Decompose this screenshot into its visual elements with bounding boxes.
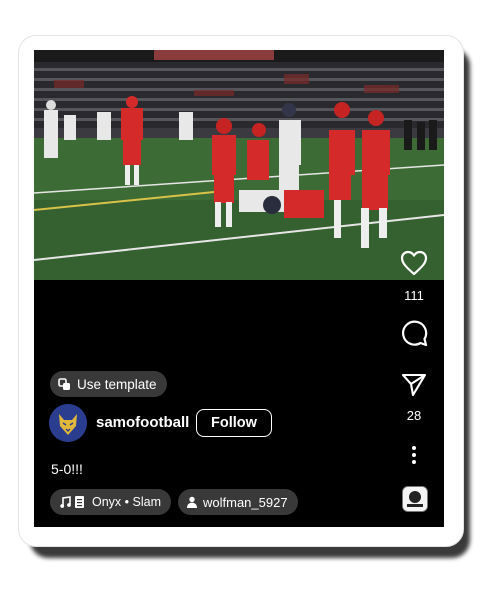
heart-icon: [400, 250, 428, 276]
comment-icon: [402, 320, 428, 347]
post-caption: 5-0!!!: [51, 461, 83, 477]
use-template-button[interactable]: Use template: [50, 371, 167, 397]
audio-thumbnail[interactable]: [402, 486, 428, 512]
audio-bars-icon: [75, 496, 84, 508]
avatar[interactable]: [49, 404, 87, 442]
follow-button[interactable]: Follow: [196, 409, 272, 437]
more-vertical-icon: [412, 446, 416, 464]
football-game-photo-icon: [34, 50, 444, 280]
more-options-button[interactable]: [411, 445, 417, 465]
like-button[interactable]: [400, 250, 428, 276]
like-count: 111: [404, 288, 424, 303]
reel-screen: 111 28 Use template samofootball Follow …: [34, 50, 444, 527]
template-icon: [58, 377, 70, 390]
tagged-user-label: wolfman_5927: [203, 494, 288, 510]
music-note-icon: [60, 496, 71, 508]
post-photo[interactable]: [34, 50, 444, 280]
action-rail: 111 28: [384, 50, 444, 527]
audio-label: Onyx • Slam: [92, 495, 161, 509]
wolf-logo-icon: [49, 404, 87, 442]
send-icon: [401, 373, 427, 397]
audio-cover-icon: [403, 487, 427, 511]
username-link[interactable]: samofootball: [96, 414, 189, 431]
share-count: 28: [406, 408, 422, 423]
comment-button[interactable]: [400, 319, 428, 347]
person-icon: [187, 496, 197, 508]
tagged-user-pill[interactable]: wolfman_5927: [178, 489, 298, 515]
audio-pill[interactable]: Onyx • Slam: [50, 489, 171, 515]
use-template-label: Use template: [77, 376, 157, 392]
share-button[interactable]: [401, 373, 427, 397]
